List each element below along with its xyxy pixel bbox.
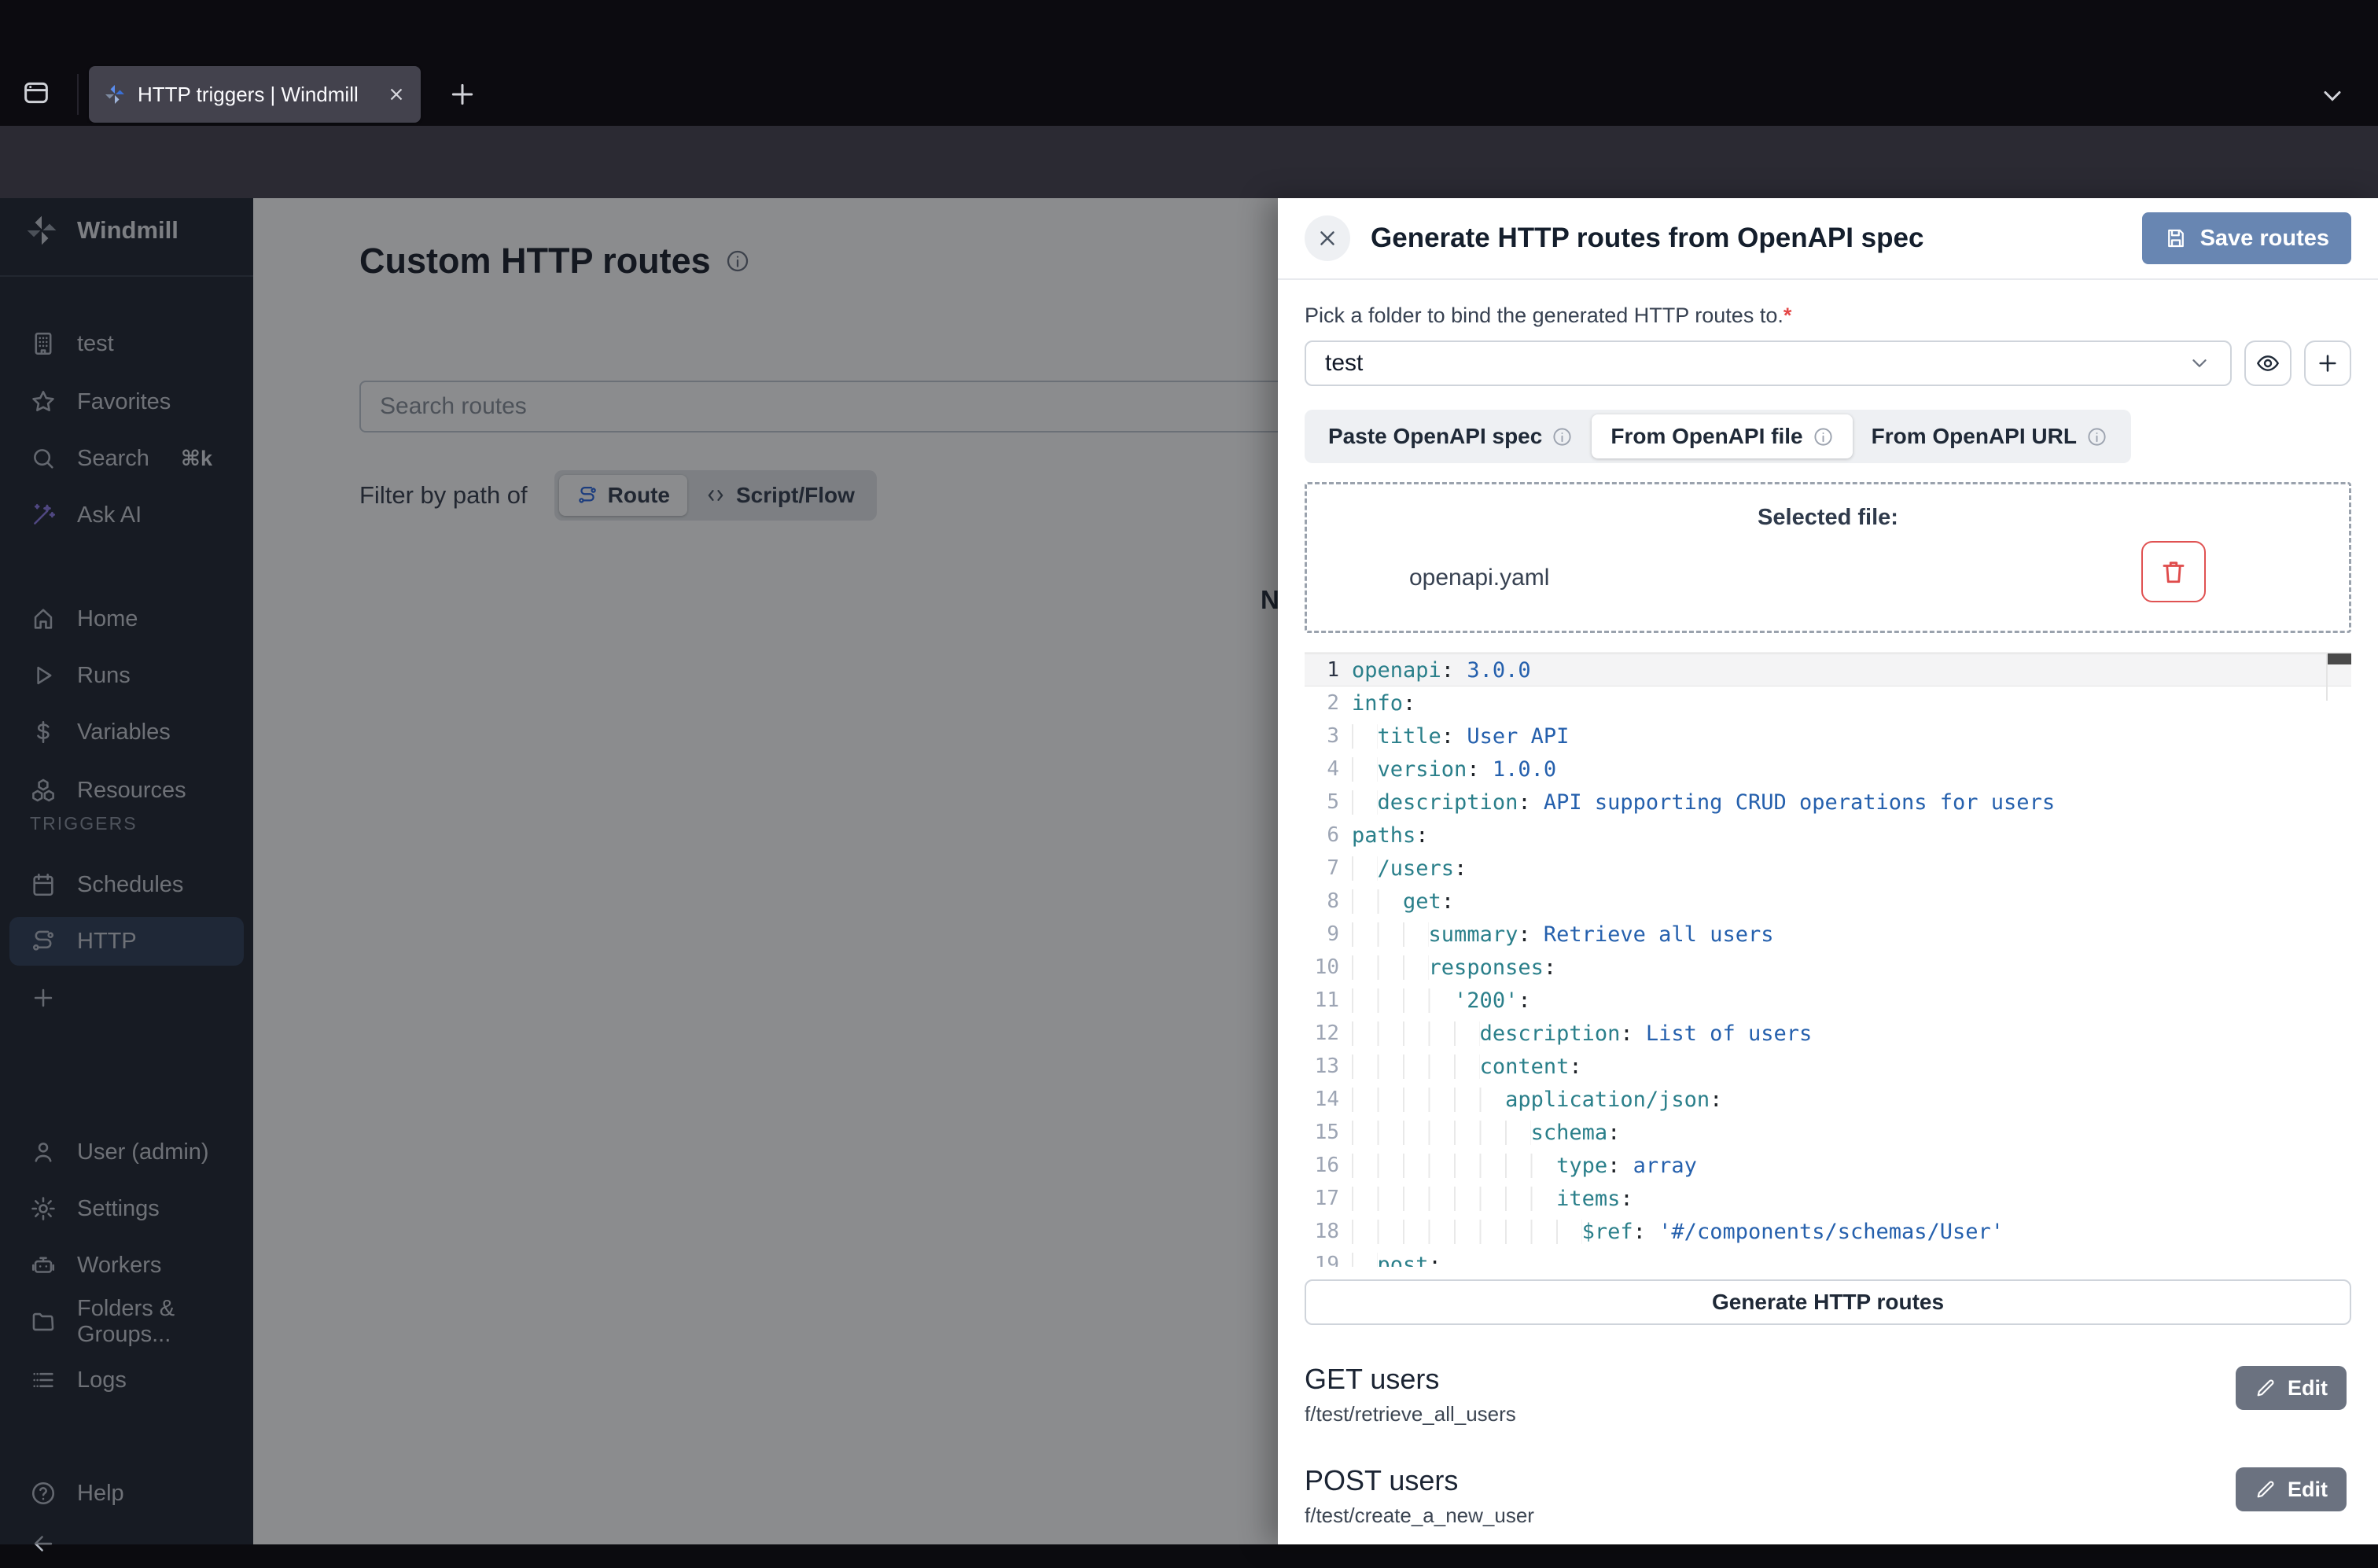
tab-from-file-label: From OpenAPI file — [1610, 424, 1802, 449]
line-number: 10 — [1305, 955, 1339, 979]
line-number: 1 — [1305, 658, 1339, 682]
drawer-title: Generate HTTP routes from OpenAPI spec — [1371, 223, 2122, 254]
openapi-code-editor[interactable]: 1openapi: 3.0.02info:3 title: User API4 … — [1305, 652, 2351, 1267]
info-icon[interactable] — [1813, 426, 1834, 447]
folder-picker-label: Pick a folder to bind the generated HTTP… — [1305, 304, 2351, 328]
code-line[interactable]: 1openapi: 3.0.0 — [1305, 653, 2351, 686]
tab-separator — [77, 74, 79, 115]
windmill-favicon — [103, 83, 127, 106]
save-routes-label: Save routes — [2200, 226, 2329, 252]
line-number: 13 — [1305, 1055, 1339, 1078]
edit-route-button[interactable]: Edit — [2236, 1467, 2347, 1511]
chevron-down-icon — [2188, 352, 2211, 375]
tab-title: HTTP triggers | Windmill — [138, 83, 375, 107]
line-number: 3 — [1305, 724, 1339, 748]
tab-close-icon[interactable] — [386, 84, 407, 105]
browser-tab[interactable]: HTTP triggers | Windmill — [89, 66, 421, 123]
scrollbar-thumb[interactable] — [2328, 653, 2351, 664]
code-line[interactable]: 2info: — [1305, 686, 2351, 720]
route-path: f/test/retrieve_all_users — [1305, 1402, 2351, 1426]
selected-file-name: openapi.yaml — [1409, 565, 1549, 591]
tab-from-url[interactable]: From OpenAPI URL — [1853, 414, 2126, 458]
close-icon — [1316, 226, 1339, 250]
edit-route-button[interactable]: Edit — [2236, 1366, 2347, 1410]
tab-paste-spec-label: Paste OpenAPI spec — [1328, 424, 1542, 449]
save-routes-button[interactable]: Save routes — [2142, 212, 2351, 264]
route-title: GET users — [1305, 1363, 2351, 1396]
folder-select-value: test — [1325, 350, 1363, 377]
line-number: 15 — [1305, 1121, 1339, 1144]
new-tab-icon[interactable] — [447, 79, 478, 110]
generate-routes-drawer: Generate HTTP routes from OpenAPI spec S… — [1278, 198, 2378, 1544]
selected-file-box: Selected file: openapi.yaml — [1305, 482, 2351, 633]
line-number: 14 — [1305, 1088, 1339, 1111]
code-line[interactable]: 16 type: array — [1305, 1149, 2351, 1182]
browser-tab-strip: HTTP triggers | Windmill — [0, 0, 2378, 126]
line-number: 19 — [1305, 1253, 1339, 1267]
delete-file-button[interactable] — [2141, 541, 2206, 602]
code-line[interactable]: 19 post: — [1305, 1248, 2351, 1267]
code-line[interactable]: 14 application/json: — [1305, 1083, 2351, 1116]
pencil-icon — [2255, 1478, 2277, 1500]
code-line[interactable]: 9 summary: Retrieve all users — [1305, 918, 2351, 951]
eye-icon — [2255, 351, 2280, 376]
code-line[interactable]: 15 schema: — [1305, 1116, 2351, 1149]
spec-source-tabs: Paste OpenAPI spec From OpenAPI file Fro… — [1305, 410, 2131, 463]
line-number: 12 — [1305, 1021, 1339, 1045]
code-line[interactable]: 5 description: API supporting CRUD opera… — [1305, 786, 2351, 819]
route-title: POST users — [1305, 1464, 2351, 1497]
page-content: Windmill TRIGGERS testFavoritesSearch⌘kA… — [0, 198, 2378, 1544]
tab-from-url-label: From OpenAPI URL — [1872, 424, 2077, 449]
add-folder-button[interactable] — [2304, 340, 2351, 386]
line-number: 18 — [1305, 1220, 1339, 1243]
code-line[interactable]: 10 responses: — [1305, 951, 2351, 984]
firefox-view-icon[interactable] — [20, 77, 52, 109]
line-number: 8 — [1305, 889, 1339, 913]
code-line[interactable]: 17 items: — [1305, 1182, 2351, 1215]
info-icon[interactable] — [1552, 426, 1573, 447]
generated-route-row: POST users f/test/create_a_new_userEdit — [1305, 1464, 2351, 1528]
code-line[interactable]: 3 title: User API — [1305, 720, 2351, 753]
edit-label: Edit — [2288, 1478, 2328, 1502]
code-line[interactable]: 11 '200': — [1305, 984, 2351, 1017]
info-icon[interactable] — [2086, 426, 2107, 447]
code-line[interactable]: 12 description: List of users — [1305, 1017, 2351, 1050]
edit-label: Edit — [2288, 1376, 2328, 1401]
tab-paste-spec[interactable]: Paste OpenAPI spec — [1309, 414, 1592, 458]
code-line[interactable]: 7 /users: — [1305, 852, 2351, 885]
drawer-header: Generate HTTP routes from OpenAPI spec S… — [1278, 198, 2378, 280]
code-line[interactable]: 4 version: 1.0.0 — [1305, 753, 2351, 786]
tab-from-file[interactable]: From OpenAPI file — [1592, 414, 1852, 458]
code-line[interactable]: 18 $ref: '#/components/schemas/User' — [1305, 1215, 2351, 1248]
generate-routes-button[interactable]: Generate HTTP routes — [1305, 1279, 2351, 1325]
generated-route-row: GET users f/test/retrieve_all_usersEdit — [1305, 1363, 2351, 1426]
line-number: 4 — [1305, 757, 1339, 781]
line-number: 16 — [1305, 1154, 1339, 1177]
folder-select[interactable]: test — [1305, 340, 2232, 386]
trash-icon — [2159, 558, 2188, 586]
line-number: 9 — [1305, 922, 1339, 946]
line-number: 11 — [1305, 988, 1339, 1012]
route-path: f/test/create_a_new_user — [1305, 1504, 2351, 1528]
pencil-icon — [2255, 1377, 2277, 1399]
code-line[interactable]: 13 content: — [1305, 1050, 2351, 1083]
plus-icon — [2315, 351, 2340, 376]
save-icon — [2164, 226, 2188, 250]
line-number: 2 — [1305, 691, 1339, 715]
close-button[interactable] — [1305, 215, 1350, 261]
drawer-backdrop[interactable] — [0, 198, 1278, 1544]
view-folder-button[interactable] — [2244, 340, 2291, 386]
line-number: 6 — [1305, 823, 1339, 847]
line-number: 17 — [1305, 1187, 1339, 1210]
line-number: 7 — [1305, 856, 1339, 880]
line-number: 5 — [1305, 790, 1339, 814]
browser-toolbar: http://localhost:3000/routes?filter_path… — [0, 126, 2378, 198]
list-all-tabs-icon[interactable] — [2318, 82, 2347, 110]
code-line[interactable]: 6paths: — [1305, 819, 2351, 852]
selected-file-caption: Selected file: — [1307, 505, 2349, 531]
code-line[interactable]: 8 get: — [1305, 885, 2351, 918]
